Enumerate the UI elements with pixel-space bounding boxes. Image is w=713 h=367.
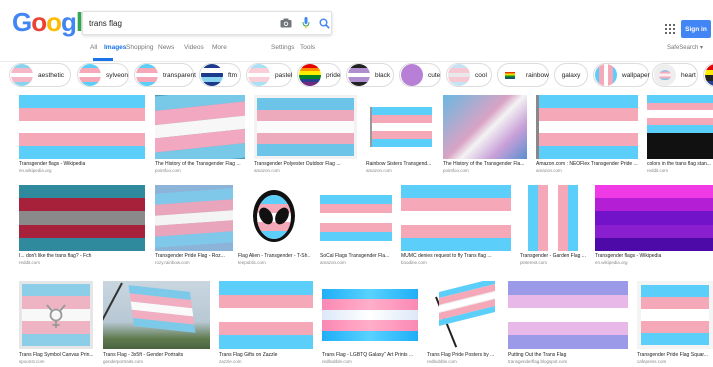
result-thumbnail[interactable]: [401, 185, 511, 251]
chip-overflow[interactable]: [703, 63, 713, 87]
tab-more[interactable]: More: [212, 44, 227, 51]
alien-icon: [253, 190, 295, 242]
result-thumbnail[interactable]: [238, 185, 310, 251]
result-thumbnail[interactable]: [647, 95, 713, 159]
image-result[interactable]: SoCal Flags Transgender Fla... amazon.co…: [320, 185, 392, 273]
result-thumbnail[interactable]: [19, 185, 145, 251]
result-thumbnail[interactable]: [320, 185, 392, 251]
image-result[interactable]: Trans Flag - LGBTQ Galaxy" Art Prints ..…: [322, 281, 418, 367]
image-result[interactable]: Transgender flags - Wikipedia en.wikiped…: [595, 185, 713, 273]
apps-grid-icon[interactable]: [665, 24, 675, 34]
chip-ftm[interactable]: ftm: [199, 63, 241, 87]
chip-wallpaper[interactable]: wallpaper: [593, 63, 650, 87]
image-result[interactable]: I... don't like the trans flag? - Fch re…: [19, 185, 145, 273]
image-result[interactable]: Trans Flag - 3x5ft - Gender Portraits ge…: [103, 281, 210, 367]
flag-thumb-icon: [654, 64, 676, 86]
search-box: [82, 11, 332, 35]
result-thumbnail[interactable]: [103, 281, 210, 349]
flag-thumb-icon: [401, 64, 423, 86]
active-tab-indicator: [93, 58, 113, 61]
result-thumbnail[interactable]: [254, 95, 357, 159]
settings-link[interactable]: Settings: [271, 44, 295, 51]
chip-transparent[interactable]: transparent: [134, 63, 196, 87]
flag-thumb-icon: [248, 64, 270, 86]
result-thumbnail[interactable]: [366, 95, 434, 159]
flag-thumb-icon: [705, 64, 713, 86]
tab-news[interactable]: News: [158, 44, 174, 51]
result-thumbnail[interactable]: [219, 281, 313, 349]
result-thumbnail[interactable]: [637, 281, 713, 349]
chip-pride[interactable]: pride: [297, 63, 341, 87]
result-thumbnail[interactable]: [322, 281, 418, 349]
image-result[interactable]: Rainbow Sisters Transgend... amazon.com: [366, 95, 434, 180]
flag-thumb-icon: [595, 64, 617, 86]
search-icon[interactable]: [317, 16, 331, 30]
flag-thumb-icon: [136, 64, 158, 86]
flag-thumb-icon: [299, 64, 321, 86]
image-result[interactable]: MUMC denies request to fly Trans flag ..…: [401, 185, 511, 273]
tools-link[interactable]: Tools: [300, 44, 315, 51]
image-result[interactable]: Trans Flag Pride Posters by ... redbubbl…: [427, 281, 499, 367]
flag-thumb-icon: [11, 64, 33, 86]
chip-cute[interactable]: cute: [399, 63, 441, 87]
chip-galaxy[interactable]: galaxy: [554, 63, 588, 87]
tab-videos[interactable]: Videos: [184, 44, 204, 51]
image-result[interactable]: Trans Flag Gifts on Zazzle zazzle.com: [219, 281, 313, 367]
tab-all[interactable]: All: [90, 44, 97, 51]
result-thumbnail[interactable]: [155, 185, 233, 251]
image-result[interactable]: Trans Flag Symbol Canvas Prin... spoonst…: [19, 281, 93, 367]
result-thumbnail[interactable]: [595, 185, 713, 251]
safesearch-dropdown[interactable]: SafeSearch ▾: [667, 44, 703, 51]
sign-in-button[interactable]: Sign in: [681, 20, 711, 38]
flag-thumb-icon: [448, 64, 470, 86]
image-result[interactable]: The History of the Transgender Fla... po…: [443, 95, 527, 180]
flag-thumb-icon: [79, 64, 101, 86]
chip-aesthetic[interactable]: aesthetic: [9, 63, 71, 87]
image-result[interactable]: Transgender Pride Flag - Roz... rozy.rai…: [155, 185, 233, 273]
result-thumbnail[interactable]: [536, 95, 638, 159]
result-thumbnail[interactable]: [427, 281, 499, 349]
chip-rainbow[interactable]: rainbow: [497, 63, 549, 87]
microphone-icon[interactable]: [299, 16, 313, 30]
image-result[interactable]: Amazon.com : NEOFlex Transgender Pride .…: [536, 95, 638, 180]
result-thumbnail[interactable]: [19, 95, 145, 159]
result-thumbnail[interactable]: [520, 185, 586, 251]
result-thumbnail[interactable]: [19, 281, 93, 349]
image-result[interactable]: Transgender Polyester Outdoor Flag ... a…: [254, 95, 357, 180]
related-search-chips: aesthetic sylveon transparent ftm pastel…: [0, 62, 713, 90]
flag-thumb-icon: [499, 64, 521, 86]
tab-shopping[interactable]: Shopping: [126, 44, 153, 51]
result-thumbnail[interactable]: [443, 95, 527, 159]
flag-thumb-icon: [201, 64, 223, 86]
image-result[interactable]: Transgender Pride Flag Squar... cafepres…: [637, 281, 713, 367]
result-thumbnail[interactable]: [155, 95, 245, 159]
image-result[interactable]: The History of the Transgender Flag ... …: [155, 95, 245, 180]
camera-icon[interactable]: [279, 16, 293, 30]
flag-thumb-icon: [348, 64, 370, 86]
chip-black[interactable]: black: [346, 63, 394, 87]
tab-images[interactable]: Images: [104, 44, 126, 51]
transgender-symbol-icon: [46, 304, 66, 328]
header: Google All Images Shopping News Videos M…: [0, 0, 713, 62]
image-result[interactable]: colors in the trans flag stan... reddit.…: [647, 95, 713, 180]
chip-heart[interactable]: heart: [652, 63, 698, 87]
chip-sylveon[interactable]: sylveon: [77, 63, 129, 87]
chip-pastel[interactable]: pastel: [246, 63, 292, 87]
result-thumbnail[interactable]: [508, 281, 628, 349]
image-result[interactable]: Flag Alien - Transgender - T-Sh... teepu…: [238, 185, 310, 273]
search-input[interactable]: [89, 15, 269, 31]
chip-cool[interactable]: cool: [446, 63, 492, 87]
image-result[interactable]: Transgender - Garden Flag ... pinterest.…: [520, 185, 586, 273]
image-result[interactable]: Putting Out the Trans Flag transgenderfl…: [508, 281, 628, 367]
image-result[interactable]: Transgender flags - Wikipedia en.wikiped…: [19, 95, 145, 180]
